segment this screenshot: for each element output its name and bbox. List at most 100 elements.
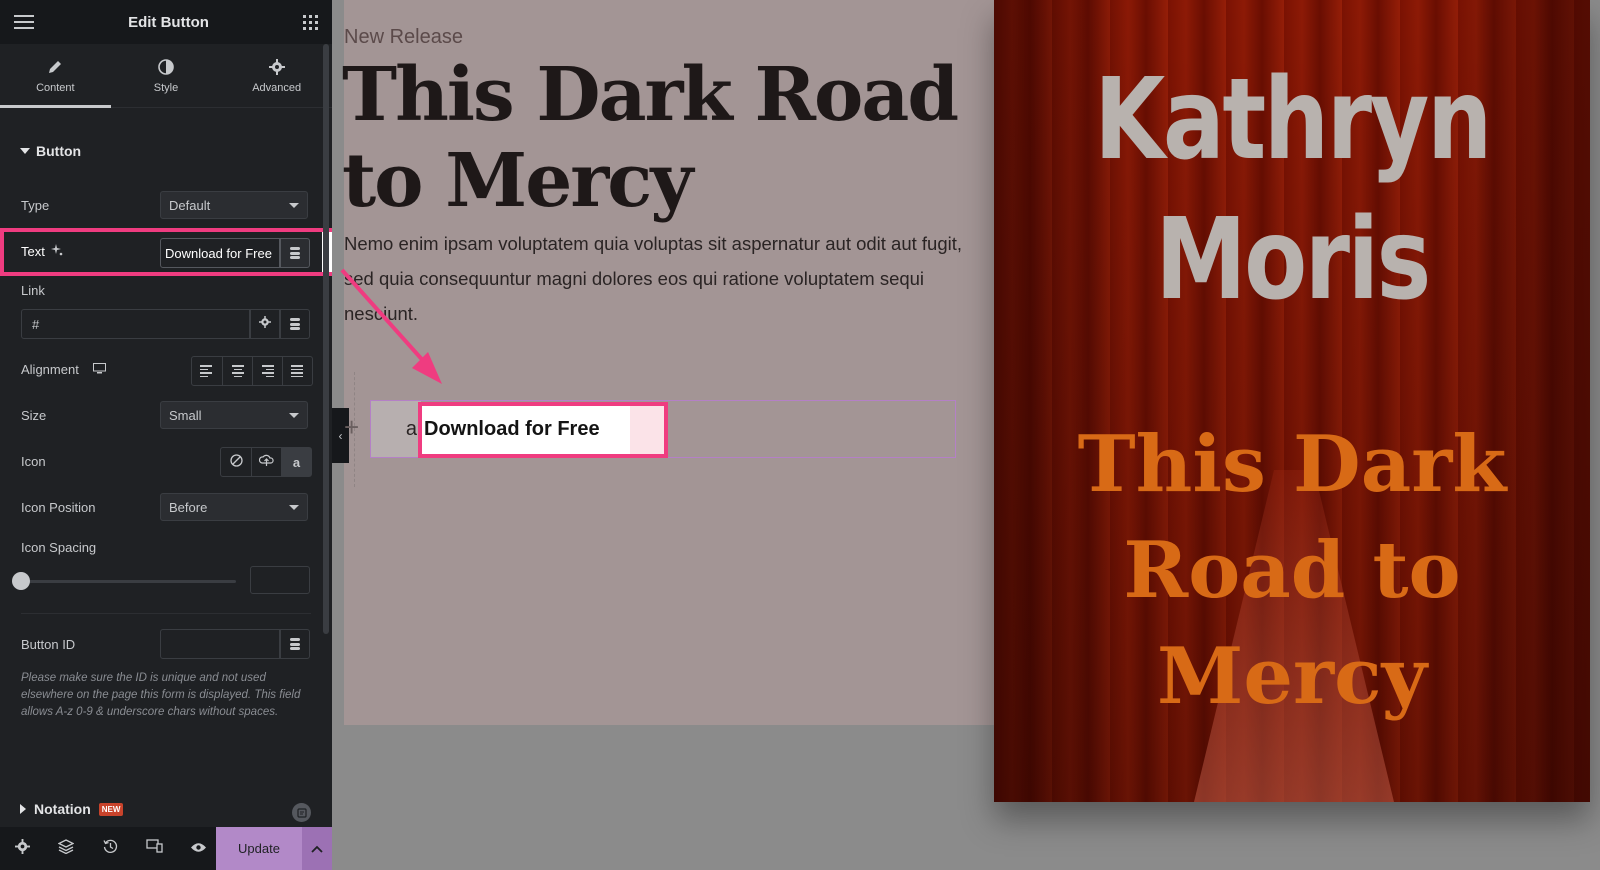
dynamic-tags-button[interactable] (280, 238, 310, 268)
amazon-icon: a (405, 417, 417, 440)
notation-label: Notation (34, 801, 91, 817)
preview-button[interactable] (176, 827, 220, 870)
text-input-value: Download for Free (165, 246, 272, 261)
book-description: Nemo enim ipsam voluptatem quia voluptas… (344, 233, 963, 324)
icon-spacing-slider-handle[interactable] (12, 572, 30, 590)
type-label: Type (21, 198, 50, 213)
size-label: Size (21, 408, 47, 423)
link-input-value: # (32, 317, 40, 332)
add-element-icon[interactable]: + (344, 412, 359, 443)
button-id-dynamic-button[interactable] (280, 629, 310, 659)
icon-position-label: Icon Position (21, 500, 96, 515)
database-icon (290, 318, 300, 330)
history-icon (102, 839, 118, 859)
text-label-wrap: Text (21, 244, 63, 259)
gear-icon (14, 838, 30, 859)
divider (21, 613, 311, 614)
link-label: Link (21, 283, 45, 298)
ban-icon (229, 454, 243, 470)
alignment-group (191, 356, 313, 386)
save-options-button[interactable] (302, 827, 332, 870)
icon-label: Icon (21, 454, 46, 469)
chevron-down-icon (289, 505, 299, 510)
preview-canvas: ‹ New Release This Dark Road to Mercy Ne… (332, 0, 1600, 870)
icon-position-value: Before (169, 500, 208, 515)
half-circle-icon (157, 58, 175, 76)
panel-footer: Update (0, 827, 332, 870)
settings-button[interactable] (0, 827, 44, 870)
eye-icon (190, 840, 207, 858)
navigator-button[interactable] (44, 827, 88, 870)
tab-content[interactable]: Content (0, 44, 111, 108)
upload-icon (258, 454, 274, 470)
download-button-highlight[interactable]: Download for Free (418, 402, 668, 458)
text-label: Text (21, 244, 45, 259)
tab-content-label: Content (36, 81, 75, 94)
amazon-icon: a (292, 454, 301, 470)
type-select-value: Default (169, 198, 211, 213)
layers-icon (57, 838, 75, 859)
gear-icon (259, 315, 271, 333)
align-center-button[interactable] (222, 357, 252, 385)
button-id-label: Button ID (21, 637, 76, 652)
link-input[interactable]: # (21, 309, 250, 339)
pencil-icon (46, 58, 64, 76)
icon-picker-group: a (220, 447, 312, 477)
tab-advanced[interactable]: Advanced (221, 44, 332, 107)
book-headline: This Dark Road to Mercy (342, 52, 959, 224)
caret-right-icon (20, 804, 26, 814)
icon-library-button[interactable]: a (281, 448, 311, 476)
panel-header: Edit Button (0, 0, 332, 44)
link-dynamic-button[interactable] (280, 309, 310, 339)
upload-svg-button[interactable] (251, 448, 281, 476)
icon-position-select[interactable]: Before (160, 493, 308, 521)
panel-scrollbar[interactable] (323, 44, 329, 634)
cover-book-title: This Dark Road to Mercy (1077, 419, 1507, 722)
align-right-button[interactable] (252, 357, 282, 385)
chevron-up-icon (311, 840, 323, 858)
size-select[interactable]: Small (160, 401, 308, 429)
button-icon-area: a (371, 401, 421, 457)
database-icon (290, 247, 300, 259)
chevron-down-icon (289, 203, 299, 208)
panel-title: Edit Button (128, 13, 209, 31)
tab-style[interactable]: Style (111, 44, 222, 107)
update-button[interactable]: Update (216, 827, 302, 870)
ai-sparkle-icon[interactable] (50, 244, 63, 259)
chevron-left-icon: ‹ (338, 428, 343, 443)
widgets-grid-icon[interactable] (303, 14, 318, 30)
button-edge (630, 406, 664, 454)
section-toggle-button[interactable]: Button (20, 143, 81, 159)
responsive-icon (145, 839, 163, 858)
panel-tabs: Content Style Advanced (0, 44, 332, 108)
chevron-down-icon (289, 413, 299, 418)
text-control-highlight: Text Download for Free (0, 228, 346, 276)
notation-section-toggle[interactable]: Notation NEW (20, 801, 124, 817)
caret-down-icon (20, 148, 30, 154)
icon-spacing-label: Icon Spacing (21, 540, 97, 555)
editor-panel: Edit Button Content Style Advanced Butto… (0, 0, 346, 870)
responsive-mode-button[interactable] (132, 827, 176, 870)
no-icon-button[interactable] (221, 448, 251, 476)
new-badge: NEW (98, 802, 124, 816)
icon-spacing-input[interactable] (250, 566, 310, 594)
button-id-input[interactable] (160, 629, 280, 659)
alignment-label-wrap: Alignment (21, 362, 106, 377)
gear-icon (268, 58, 286, 76)
history-button[interactable] (88, 827, 132, 870)
icon-spacing-slider-track[interactable] (21, 580, 236, 583)
text-input[interactable]: Download for Free (160, 238, 280, 268)
menu-icon[interactable] (14, 15, 34, 29)
notation-icon[interactable] (292, 803, 311, 822)
align-left-button[interactable] (192, 357, 222, 385)
cover-author-name: Kathryn Moris (1094, 55, 1492, 325)
section-title: Button (36, 143, 82, 159)
desktop-icon[interactable] (92, 362, 106, 377)
link-options-button[interactable] (250, 309, 280, 339)
align-justify-button[interactable] (282, 357, 312, 385)
tab-style-label: Style (153, 81, 179, 94)
kicker-text: New Release (344, 26, 463, 48)
type-select[interactable]: Default (160, 191, 308, 219)
tab-advanced-label: Advanced (252, 81, 302, 94)
alignment-label: Alignment (21, 362, 79, 377)
